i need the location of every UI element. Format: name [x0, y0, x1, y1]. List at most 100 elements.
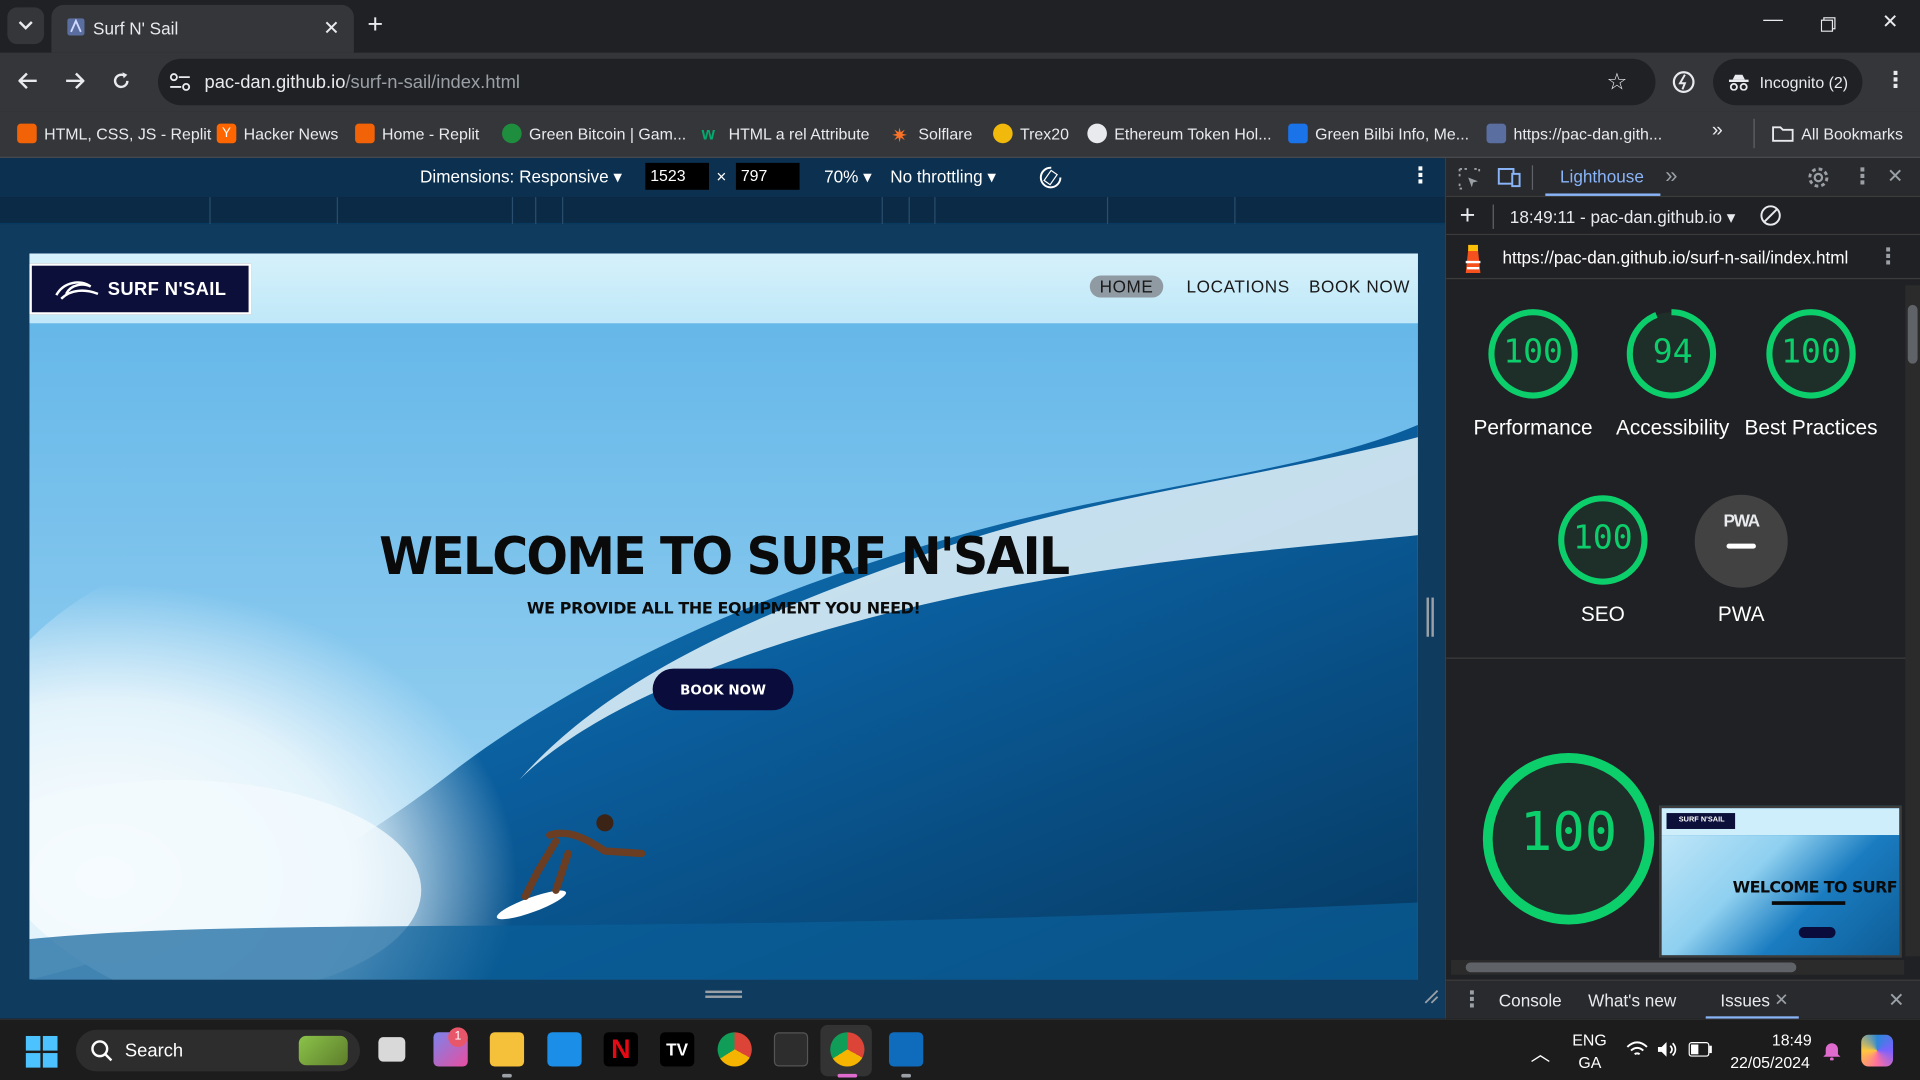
- chrome-incognito-icon[interactable]: [830, 1032, 865, 1067]
- task-view-icon[interactable]: [378, 1037, 406, 1062]
- tab-lighthouse[interactable]: Lighthouse: [1560, 167, 1644, 187]
- tab-search-icon[interactable]: [7, 7, 45, 45]
- settings-gear-icon[interactable]: [1807, 167, 1829, 189]
- extensions-icon[interactable]: [1671, 70, 1695, 94]
- media-query-tick[interactable]: [562, 197, 564, 225]
- wifi-icon[interactable]: [1626, 1041, 1648, 1058]
- drawer-tab-issues[interactable]: Issues: [1720, 991, 1770, 1011]
- close-window-icon[interactable]: ✕: [1882, 10, 1898, 34]
- nav-book-now-link[interactable]: BOOK NOW: [1309, 277, 1410, 297]
- resize-corner-icon[interactable]: [1422, 987, 1439, 1004]
- site-info-icon[interactable]: [169, 72, 191, 92]
- browser-tab[interactable]: Surf N' Sail ✕: [51, 4, 354, 53]
- more-bookmarks-icon[interactable]: »: [1712, 120, 1723, 142]
- copilot-icon[interactable]: [1861, 1034, 1894, 1067]
- tab-close-icon[interactable]: ✕: [323, 16, 339, 40]
- media-query-tick[interactable]: [934, 197, 936, 225]
- device-toggle-icon[interactable]: [1497, 167, 1522, 189]
- tradingview-icon[interactable]: TV: [660, 1032, 695, 1067]
- media-query-tick[interactable]: [336, 197, 338, 225]
- bookmark-item[interactable]: Y Hacker News: [216, 120, 338, 147]
- bookmark-item[interactable]: https://pac-dan.gith...: [1486, 120, 1662, 147]
- forward-icon[interactable]: [65, 72, 85, 90]
- media-query-tick[interactable]: [535, 197, 537, 225]
- bookmark-item[interactable]: Home - Replit: [355, 120, 479, 147]
- lang-bottom[interactable]: GA: [1578, 1053, 1601, 1071]
- media-query-tick[interactable]: [511, 197, 514, 225]
- back-icon[interactable]: [18, 72, 38, 90]
- devtools-menu-icon[interactable]: ⋮: [1851, 164, 1873, 190]
- bookmark-item[interactable]: Ethereum Token Hol...: [1087, 120, 1271, 147]
- media-query-tick[interactable]: [1234, 197, 1236, 225]
- tab-strip: Surf N' Sail ✕ + — ✕: [0, 0, 1920, 53]
- terminal-icon[interactable]: [773, 1032, 809, 1067]
- h-scrollbar-thumb[interactable]: [1465, 962, 1797, 973]
- new-report-icon[interactable]: +: [1460, 200, 1476, 232]
- incognito-button[interactable]: Incognito (2): [1713, 58, 1863, 106]
- bookmark-item[interactable]: Trex20: [993, 120, 1069, 147]
- report-scrollbar[interactable]: [1905, 285, 1920, 957]
- tray-chevron-icon[interactable]: ︿: [1531, 1037, 1551, 1066]
- page-screenshot-thumbnail[interactable]: SURF N'SAIL WELCOME TO SURF N: [1659, 805, 1902, 958]
- notification-bell-icon[interactable]: [1822, 1041, 1842, 1061]
- bookmark-item[interactable]: Green Bitcoin | Gam...: [502, 120, 686, 147]
- rotate-icon[interactable]: [1038, 165, 1062, 189]
- close-devtools-icon[interactable]: ✕: [1887, 164, 1903, 188]
- nav-home-link[interactable]: HOME: [1089, 275, 1164, 298]
- chrome-icon[interactable]: [717, 1032, 752, 1067]
- throttling-dropdown[interactable]: No throttling ▾: [890, 167, 996, 188]
- netflix-icon[interactable]: N: [603, 1032, 638, 1067]
- volume-icon[interactable]: [1657, 1041, 1679, 1058]
- reload-icon[interactable]: [111, 71, 131, 91]
- pwa-badge-icon[interactable]: PWA: [1694, 494, 1788, 588]
- browser-menu-icon[interactable]: ⋮: [1884, 67, 1906, 93]
- horizontal-scrollbar[interactable]: [1451, 960, 1905, 975]
- drawer-tab-console[interactable]: Console: [1499, 991, 1562, 1011]
- mail-icon[interactable]: [547, 1032, 582, 1067]
- zoom-dropdown[interactable]: 70% ▾: [824, 167, 872, 188]
- running-indicator: [901, 1073, 912, 1078]
- resize-handle-bottom[interactable]: [705, 990, 743, 998]
- height-input[interactable]: 797: [735, 162, 800, 190]
- gauge-value-performance: 100: [1503, 333, 1563, 372]
- width-input[interactable]: 1523: [645, 162, 709, 190]
- bookmark-item[interactable]: w HTML a rel Attribute: [702, 120, 870, 147]
- scrollbar-thumb[interactable]: [1907, 304, 1918, 364]
- nav-locations-link[interactable]: LOCATIONS: [1187, 277, 1290, 297]
- bookmark-star-icon[interactable]: ☆: [1607, 69, 1628, 97]
- report-selector[interactable]: 18:49:11 - pac-dan.github.io ▾: [1510, 207, 1736, 228]
- outlook-new-icon[interactable]: [888, 1032, 924, 1067]
- windows-start-icon[interactable]: [25, 1035, 58, 1068]
- battery-icon[interactable]: [1688, 1042, 1713, 1057]
- report-menu-icon[interactable]: ⋮: [1877, 244, 1899, 270]
- minimize-icon[interactable]: —: [1763, 10, 1783, 32]
- bookmark-item[interactable]: ✷ Solflare: [891, 120, 972, 147]
- address-bar[interactable]: pac-dan.github.io/surf-n-sail/index.html…: [157, 58, 1656, 106]
- more-tabs-icon[interactable]: »: [1665, 163, 1677, 189]
- hero-book-now-button[interactable]: BOOK NOW: [652, 668, 794, 711]
- media-query-tick[interactable]: [881, 197, 883, 225]
- new-tab-icon[interactable]: +: [367, 9, 383, 39]
- device-toolbar-menu-icon[interactable]: ⋮: [1409, 163, 1431, 189]
- drawer-menu-icon[interactable]: ⋮: [1461, 987, 1483, 1013]
- resize-handle-right[interactable]: [1426, 597, 1434, 637]
- clear-reports-icon[interactable]: [1760, 204, 1782, 226]
- all-bookmarks-button[interactable]: All Bookmarks: [1772, 120, 1903, 147]
- dimensions-dropdown[interactable]: Dimensions: Responsive ▾: [420, 167, 622, 188]
- drawer-tab-whats-new[interactable]: What's new: [1588, 991, 1676, 1011]
- taskbar-search-box[interactable]: Search: [75, 1029, 361, 1072]
- media-query-tick[interactable]: [1106, 197, 1109, 225]
- clock-time[interactable]: 18:49: [1772, 1031, 1812, 1049]
- close-drawer-icon[interactable]: ✕: [1888, 988, 1904, 1012]
- site-logo[interactable]: SURF N'SAIL: [29, 263, 252, 315]
- close-issues-tab-icon[interactable]: ✕: [1774, 989, 1788, 1010]
- restore-icon[interactable]: [1820, 17, 1836, 32]
- media-query-tick[interactable]: [209, 197, 211, 225]
- media-query-tick[interactable]: [908, 197, 910, 225]
- file-explorer-icon[interactable]: [489, 1032, 525, 1067]
- inspect-element-icon[interactable]: [1458, 168, 1481, 190]
- clock-date[interactable]: 22/05/2024: [1730, 1053, 1810, 1071]
- bookmark-item[interactable]: Green Bilbi Info, Me...: [1288, 120, 1469, 147]
- lang-top[interactable]: ENG: [1572, 1031, 1606, 1049]
- bookmark-item[interactable]: HTML, CSS, JS - Replit: [17, 120, 211, 147]
